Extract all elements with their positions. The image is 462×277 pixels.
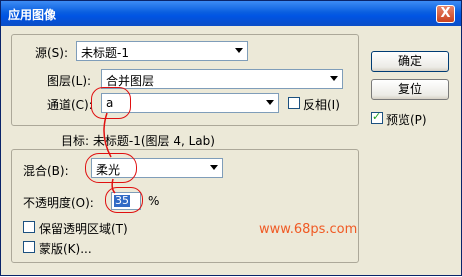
annotation-connector bbox=[103, 112, 116, 194]
dialog-window: 应用图像 X 源(S): 未标题-1 图层(L): 合并图层 通道(C): a … bbox=[0, 0, 462, 276]
watermark: www.68ps.com bbox=[259, 222, 358, 237]
